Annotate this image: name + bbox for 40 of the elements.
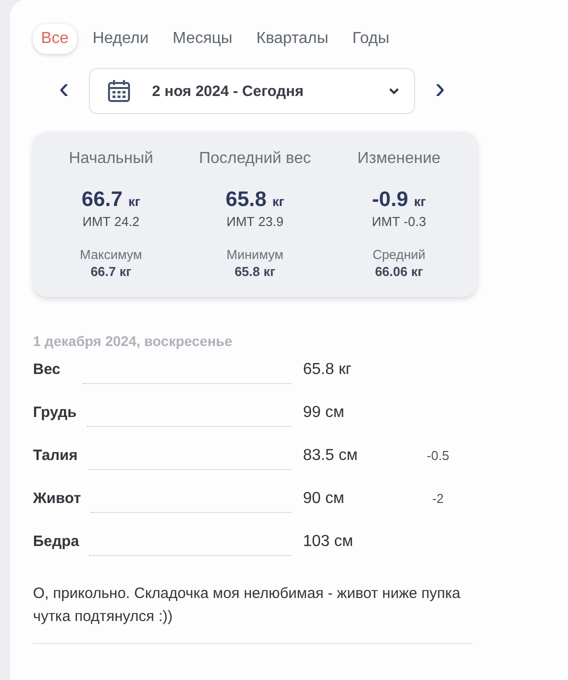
stat-title: Последний вес [199,150,311,168]
period-tab[interactable]: Недели [84,24,157,54]
stat-label: Минимум [226,247,284,262]
measurement-value: 99 см [303,404,346,422]
period-tab[interactable]: Месяцы [164,24,240,54]
period-tab[interactable]: Годы [344,24,398,54]
measurement-label: Вес [33,361,62,378]
stat-label: Максимум [80,247,142,262]
measurement-label: Живот [33,490,81,507]
entry-date: 1 декабря 2024, воскресенье [33,333,234,349]
stat-title: Изменение [357,150,441,168]
chevron-down-icon [388,87,400,95]
period-tab[interactable]: Кварталы [248,24,336,54]
measurement-label: Бедра [33,533,80,550]
stat-label: Средний [372,247,426,262]
date-range-value: 2 ноя 2024 - Сегодня [152,82,305,100]
calendar-icon [106,78,132,104]
previous-button[interactable]: ‹ [53,74,75,108]
measurement-change: -2 [432,491,444,506]
stat-value: -0.9 кг [372,188,426,212]
measurement-value: 83.5 см [303,447,359,465]
measurement-label: Грудь [33,404,77,421]
measurement-value: 90 см [303,490,346,508]
bmi-value: ИМТ -0.3 [372,214,426,229]
entry-note: О, прикольно. Складочка моя нелюбимая - живот ниже пупка чутка подтянулся :)) [33,584,462,628]
stat-value: 66.7 кг [90,264,132,279]
period-tab[interactable]: Все [33,24,77,54]
stat-title: Начальный [68,150,154,168]
stat-value: 66.06 кг [374,264,424,279]
date-range-select[interactable]: 2 ноя 2024 - Сегодня [89,68,415,114]
stat-value: 66.7 кг [82,188,140,212]
stat-value: 65.8 кг [234,264,276,279]
measurement-change: -0.5 [426,448,450,463]
bmi-value: ИМТ 23.9 [226,214,284,229]
measurement-value: 65.8 кг [303,361,352,379]
next-button[interactable]: › [429,74,451,108]
measurement-label: Талия [33,447,78,464]
measurement-value: 103 см [303,533,354,551]
bmi-value: ИМТ 24.2 [82,214,140,229]
stat-value: 65.8 кг [226,188,284,212]
